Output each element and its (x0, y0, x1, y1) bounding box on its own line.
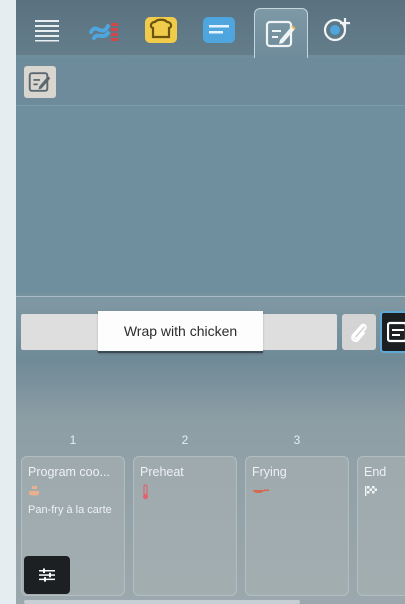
edit-note-icon (265, 20, 296, 47)
tab-cooking[interactable] (78, 8, 132, 52)
bread-icon (145, 17, 177, 43)
horizontal-scrollbar[interactable] (24, 600, 300, 604)
app-window: Wrap with chicken 1 2 3 Program coo... P… (16, 0, 405, 604)
step-subtitle: Pan-fry à la carte (28, 504, 112, 516)
menu-icon (35, 20, 59, 42)
tab-cycle[interactable] (310, 8, 364, 52)
cycle-add-icon (323, 18, 350, 42)
tab-list[interactable] (192, 8, 246, 52)
cooking-steam-icon (89, 23, 118, 41)
tab-bar (16, 0, 405, 58)
step-card-end[interactable]: End (357, 456, 405, 596)
step-title: Frying (252, 465, 287, 479)
notes-icon (387, 321, 405, 343)
list-card-icon (203, 17, 235, 43)
thermometer-icon (140, 484, 230, 500)
sliders-icon (39, 568, 55, 582)
step-card-preheat[interactable]: Preheat (133, 456, 237, 596)
program-name-input[interactable]: Wrap with chicken (98, 311, 263, 353)
step-number: 2 (181, 433, 189, 447)
edit-program-button[interactable] (24, 66, 56, 98)
step-title: Preheat (140, 465, 184, 479)
notes-button[interactable] (380, 311, 405, 353)
tab-menu[interactable] (20, 8, 74, 52)
step-number: 3 (293, 433, 301, 447)
divider (16, 296, 405, 297)
attach-button[interactable] (342, 314, 376, 350)
finish-flag-icon (364, 484, 405, 496)
step-number: 1 (69, 433, 77, 447)
frying-pan-icon (252, 484, 342, 496)
program-name-field[interactable]: Wrap with chicken (21, 311, 337, 353)
step-settings-button[interactable] (24, 556, 70, 594)
tab-bakery[interactable] (134, 8, 188, 52)
sub-toolbar (16, 58, 405, 106)
step-title: End (364, 465, 387, 479)
paperclip-icon (351, 323, 367, 343)
edit-note-icon (28, 72, 51, 92)
step-card-frying[interactable]: Frying (245, 456, 349, 596)
tab-edit[interactable] (254, 8, 308, 58)
step-title: Program coo... (28, 465, 110, 479)
program-image-area (16, 107, 405, 293)
pan-icon (28, 484, 118, 496)
